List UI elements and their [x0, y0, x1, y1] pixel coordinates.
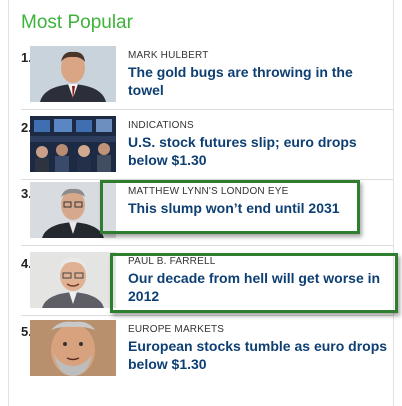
highlight-box: [110, 253, 398, 313]
portrait-older-man-icon[interactable]: [30, 252, 116, 308]
portrait-bearded-man-icon[interactable]: [30, 320, 116, 376]
byline: EUROPE MARKETS: [128, 324, 225, 335]
headline-link[interactable]: The gold bugs are throwing in the towel: [128, 63, 390, 99]
byline: INDICATIONS: [128, 120, 194, 131]
highlight-box: [100, 180, 360, 234]
list-item: 1. MARK HULBERT The gold bugs are throwi…: [21, 46, 393, 110]
list-item: 5. EUROPE MARKETS European stocks tumble…: [21, 320, 393, 384]
list-item: 2. INDICATIONS U.S. stock futures slip; …: [21, 116, 393, 180]
portrait-man-suit-icon[interactable]: [30, 46, 116, 102]
byline: MARK HULBERT: [128, 50, 209, 61]
widget-title: Most Popular: [21, 12, 133, 33]
headline-link[interactable]: U.S. stock futures slip; euro drops belo…: [128, 133, 390, 169]
trading-floor-icon[interactable]: [30, 116, 116, 172]
headline-link[interactable]: European stocks tumble as euro drops bel…: [128, 337, 390, 373]
